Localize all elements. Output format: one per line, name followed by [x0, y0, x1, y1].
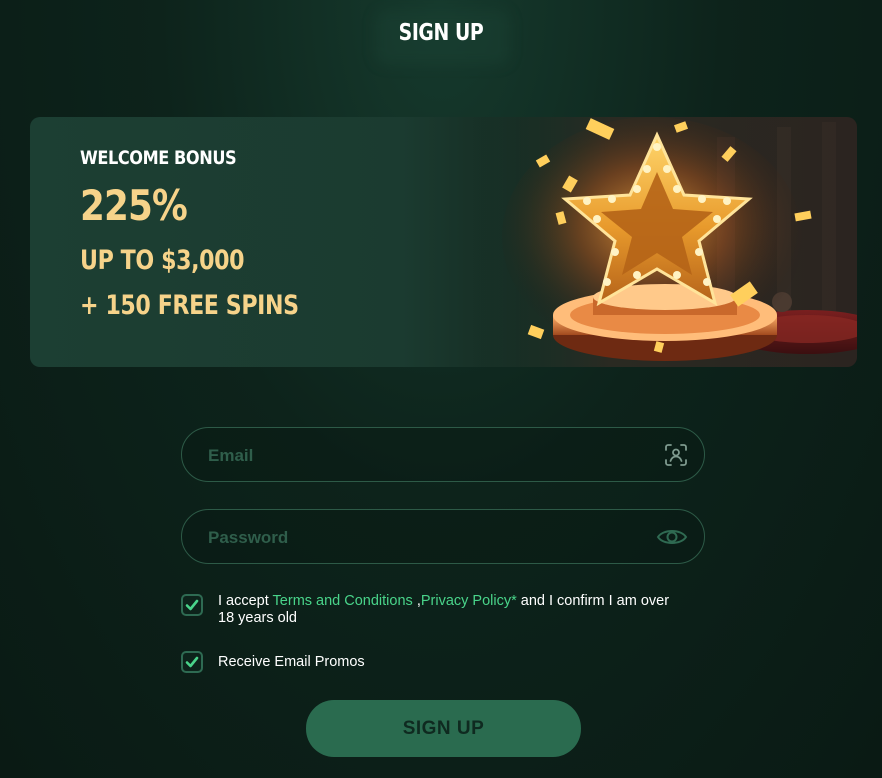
- promos-row: Receive Email Promos: [181, 651, 688, 673]
- terms-text: I accept Terms and Conditions ,Privacy P…: [218, 593, 688, 627]
- sign-up-button[interactable]: SIGN UP: [306, 700, 581, 757]
- welcome-bonus-label: WELCOME BONUS: [80, 147, 237, 169]
- password-field-container[interactable]: [181, 509, 705, 565]
- face-scan-icon[interactable]: [662, 441, 690, 469]
- email-field-container[interactable]: [181, 427, 705, 483]
- terms-separator: ,: [412, 593, 421, 609]
- bonus-up-to-amount: UP TO $3,000: [80, 245, 245, 276]
- terms-row: I accept Terms and Conditions ,Privacy P…: [181, 593, 688, 627]
- terms-prefix: I accept: [218, 593, 273, 609]
- promos-label: Receive Email Promos: [218, 654, 365, 670]
- terms-and-conditions-link[interactable]: Terms and Conditions: [273, 593, 413, 609]
- bonus-free-spins: + 150 FREE SPINS: [80, 290, 299, 321]
- check-icon: [185, 656, 199, 668]
- email-input[interactable]: [206, 428, 630, 483]
- page-title: SIGN UP: [398, 20, 484, 46]
- check-icon: [185, 599, 199, 611]
- privacy-policy-link[interactable]: Privacy Policy*: [421, 593, 517, 609]
- password-input[interactable]: [206, 510, 630, 565]
- banner-star-illustration: [477, 117, 857, 367]
- banner-text: WELCOME BONUS 225% UP TO $3,000 + 150 FR…: [80, 147, 347, 321]
- promos-checkbox[interactable]: [181, 651, 203, 673]
- terms-checkbox[interactable]: [181, 594, 203, 616]
- welcome-bonus-banner: WELCOME BONUS 225% UP TO $3,000 + 150 FR…: [30, 117, 857, 367]
- bonus-percent: 225%: [80, 181, 188, 230]
- eye-icon[interactable]: [656, 523, 688, 551]
